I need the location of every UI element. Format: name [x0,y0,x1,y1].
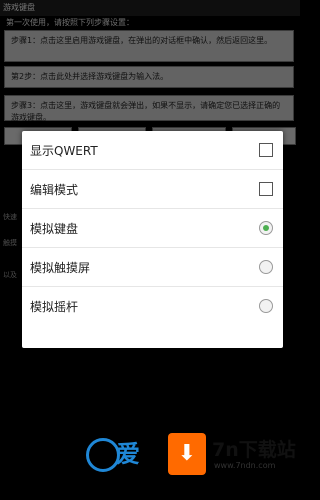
option-show-qwert[interactable]: 显示QWERT [22,131,283,170]
option-label: 显示QWERT [30,143,98,158]
simulate-keyboard-radio[interactable] [259,221,273,235]
mode-options-dialog: 显示QWERT 编辑模式 模拟键盘 模拟触摸屏 模拟摇杆 [22,131,283,348]
show-qwert-checkbox[interactable] [259,143,273,157]
step1-enable-keyboard[interactable]: 步骤1：点击这里启用游戏键盘，在弹出的对话框中确认，然后返回这里。 [4,30,294,62]
setup-intro-text: 第一次使用，请按照下列步骤设置： [6,18,134,27]
app-title: 游戏键盘 [3,3,35,12]
option-simulate-joystick[interactable]: 模拟摇杆 [22,287,283,326]
bg-text-also: 以及 [3,271,17,279]
site-name: 7n下载站 [212,439,296,461]
site-url: www.7ndn.com [214,461,276,470]
step3-show-keyboard[interactable]: 步骤3：点击这里，游戏键盘就会弹出，如果不显示，请确定您已选择正确的游戏键盘。 [4,95,294,122]
bg-text-quick: 快速 [3,213,17,221]
option-simulate-touchscreen[interactable]: 模拟触摸屏 [22,248,283,287]
logo-circle-icon [86,438,120,472]
watermark-logo-left: 爱 [82,432,162,476]
simulate-touchscreen-radio[interactable] [259,260,273,274]
watermark-site-logo: ⬇ 7n下载站 www.7ndn.com [168,431,298,481]
option-label: 模拟键盘 [30,221,79,236]
edit-mode-checkbox[interactable] [259,182,273,196]
download-arrow-icon: ⬇ [168,433,206,475]
option-label: 编辑模式 [30,182,79,197]
watermark-left-text: 爱 [116,440,140,468]
app-title-bar: 游戏键盘 [0,0,300,16]
option-edit-mode[interactable]: 编辑模式 [22,170,283,209]
bg-text-touch: 触摸 [3,239,17,247]
option-label: 模拟摇杆 [30,300,79,314]
option-simulate-keyboard[interactable]: 模拟键盘 [22,209,283,248]
step2-select-input-method[interactable]: 第2步：点击此处并选择游戏键盘为输入法。 [4,66,294,88]
simulate-joystick-radio[interactable] [259,299,273,313]
option-label: 模拟触摸屏 [30,260,91,275]
